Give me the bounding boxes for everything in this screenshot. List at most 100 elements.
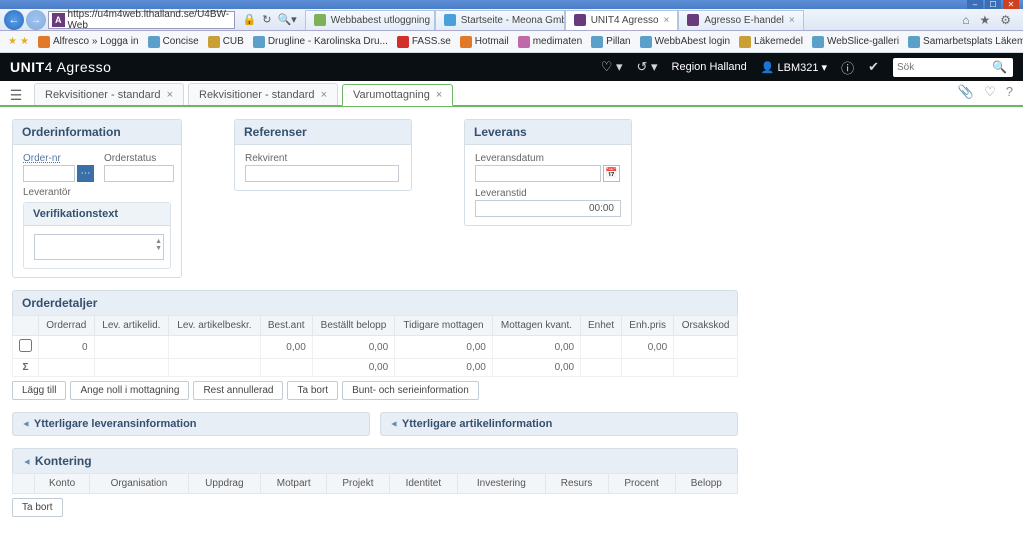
cell[interactable]: 0,00	[492, 336, 580, 359]
favorite-link[interactable]: CUB	[208, 36, 244, 48]
grid-action-button[interactable]: Ta bort	[287, 381, 338, 400]
sum-cell: 0,00	[395, 359, 493, 377]
grid-orderdetaljer: OrderradLev. artikelid.Lev. artikelbeskr…	[12, 315, 738, 377]
cell[interactable]	[581, 336, 622, 359]
menu-icon[interactable]: ☰	[6, 85, 26, 105]
home-icon[interactable]: ⌂	[962, 13, 969, 27]
info-icon[interactable]: ⓘ	[841, 58, 854, 77]
sum-cell	[674, 359, 738, 377]
label-levdatum: Leveransdatum	[475, 153, 621, 164]
col-header: Identitet	[389, 474, 458, 494]
col-header: Mottagen kvant.	[492, 316, 580, 336]
favorite-link[interactable]: Drugline - Karolinska Dru...	[253, 36, 388, 48]
input-orderstatus[interactable]	[104, 165, 174, 182]
panel-title: Orderinformation	[13, 120, 181, 145]
browser-tab[interactable]: Startseite - Meona GmbH×	[435, 10, 565, 30]
favorite-link[interactable]: Concise	[148, 36, 199, 48]
cell[interactable]	[674, 336, 738, 359]
btn-kont-tabort[interactable]: Ta bort	[12, 498, 63, 517]
browser-tab[interactable]: UNIT4 Agresso×	[565, 10, 679, 30]
textarea-verif[interactable]: ▲▼	[34, 234, 164, 260]
favorite-link[interactable]: Pillan	[591, 36, 630, 48]
col-header: Enh.pris	[622, 316, 674, 336]
check-icon[interactable]: ✔	[868, 59, 879, 75]
history-icon[interactable]: ↺ ▾	[637, 59, 658, 75]
window-minimize[interactable]: –	[967, 0, 983, 9]
grid-kontering: KontoOrganisationUppdragMotpartProjektId…	[12, 473, 738, 494]
refresh-icon[interactable]: ↻	[262, 13, 271, 26]
panel-title: Leverans	[465, 120, 631, 145]
tab-close-icon[interactable]: ×	[321, 89, 327, 101]
help-icon[interactable]: ?	[1006, 84, 1013, 100]
tab-close-icon[interactable]: ×	[789, 15, 795, 26]
grid-action-button[interactable]: Ange noll i mottagning	[70, 381, 189, 400]
label-leverantor: Leverantör	[23, 187, 171, 198]
heart-icon[interactable]: ♡ ▾	[601, 59, 623, 75]
calendar-icon[interactable]: 📅	[603, 165, 620, 182]
panel-referenser: Referenser Rekvirent	[234, 119, 412, 191]
sum-cell	[94, 359, 169, 377]
cell[interactable]	[94, 336, 169, 359]
label-rekvirent: Rekvirent	[245, 153, 401, 164]
favorite-link[interactable]: Samarbetsplats Läkemede...	[908, 36, 1023, 48]
window-close[interactable]: ✕	[1003, 0, 1019, 9]
tools-gear-icon[interactable]: ⚙	[1000, 13, 1011, 27]
panel-leverans: Leverans Leveransdatum 📅 Leveranstid 00:…	[464, 119, 632, 226]
grid-action-button[interactable]: Lägg till	[12, 381, 66, 400]
input-rekvirent[interactable]	[245, 165, 399, 182]
favorite-link[interactable]: Läkemedel	[739, 36, 803, 48]
global-search[interactable]: 🔍	[893, 58, 1013, 77]
favorites-star-icon[interactable]: ★	[979, 13, 990, 27]
search-input[interactable]	[897, 62, 992, 73]
favorite-link[interactable]: FASS.se	[397, 36, 451, 48]
input-ordernr[interactable]	[23, 165, 75, 182]
app-tab[interactable]: Rekvisitioner - standard×	[188, 83, 338, 105]
cell[interactable]: 0,00	[260, 336, 312, 359]
cell[interactable]: 0	[39, 336, 95, 359]
grid-action-button[interactable]: Rest annullerad	[193, 381, 283, 400]
region-label: Region Halland	[672, 61, 747, 73]
attachment-icon[interactable]: 📎	[958, 84, 974, 100]
search-dropdown-icon[interactable]: 🔍▾	[277, 13, 296, 26]
col-header: Investering	[458, 474, 545, 494]
collapsible-artikelinfo[interactable]: ▲Ytterligare artikelinformation	[380, 412, 738, 436]
col-header: Orsakskod	[674, 316, 738, 336]
browser-tab[interactable]: Agresso E-handel×	[678, 10, 803, 30]
col-header: Motpart	[261, 474, 327, 494]
collapsible-leveransinfo[interactable]: ▲Ytterligare leveransinformation	[12, 412, 370, 436]
tab-close-icon[interactable]: ×	[167, 89, 173, 101]
section-kontering[interactable]: ▲Kontering	[12, 448, 738, 473]
favorite-icon[interactable]: ♡	[984, 84, 996, 100]
grid-action-button[interactable]: Bunt- och serieinformation	[342, 381, 479, 400]
col-header: Tidigare mottagen	[395, 316, 493, 336]
cell[interactable]: 0,00	[622, 336, 674, 359]
input-levtid[interactable]: 00:00	[475, 200, 621, 217]
tab-close-icon[interactable]: ×	[436, 89, 442, 101]
favorite-link[interactable]: Hotmail	[460, 36, 509, 48]
row-checkbox[interactable]	[19, 339, 32, 352]
col-header: Resurs	[545, 474, 608, 494]
input-levdatum[interactable]	[475, 165, 601, 182]
url-text: https://u4m4web.lthalland.se/U4BW-Web	[68, 9, 231, 31]
search-icon[interactable]: 🔍	[992, 60, 1007, 74]
favorite-link[interactable]: WebbAbest login	[640, 36, 730, 48]
back-button[interactable]: ←	[4, 10, 24, 30]
browser-tab[interactable]: Webbabest utloggning×	[305, 10, 435, 30]
favorite-link[interactable]: Alfresco » Logga in	[38, 36, 139, 48]
user-menu[interactable]: 👤 LBM321 ▾	[761, 61, 827, 74]
cell[interactable]	[169, 336, 261, 359]
forward-button[interactable]: →	[26, 10, 46, 30]
sum-cell	[260, 359, 312, 377]
lookup-ordernr-icon[interactable]: ⋯	[77, 165, 94, 182]
app-tab[interactable]: Rekvisitioner - standard×	[34, 83, 184, 105]
tab-close-icon[interactable]: ×	[664, 15, 670, 26]
address-bar[interactable]: A https://u4m4web.lthalland.se/U4BW-Web	[48, 11, 235, 29]
cell[interactable]: 0,00	[395, 336, 493, 359]
brand-logo: UNIT4 Agresso	[10, 59, 111, 75]
cell[interactable]: 0,00	[312, 336, 394, 359]
window-maximize[interactable]: ☐	[985, 0, 1001, 9]
favorite-link[interactable]: medimaten	[518, 36, 582, 48]
sum-cell: 0,00	[312, 359, 394, 377]
favorite-link[interactable]: WebSlice-galleri	[812, 36, 899, 48]
app-tab[interactable]: Varumottagning×	[342, 84, 453, 106]
